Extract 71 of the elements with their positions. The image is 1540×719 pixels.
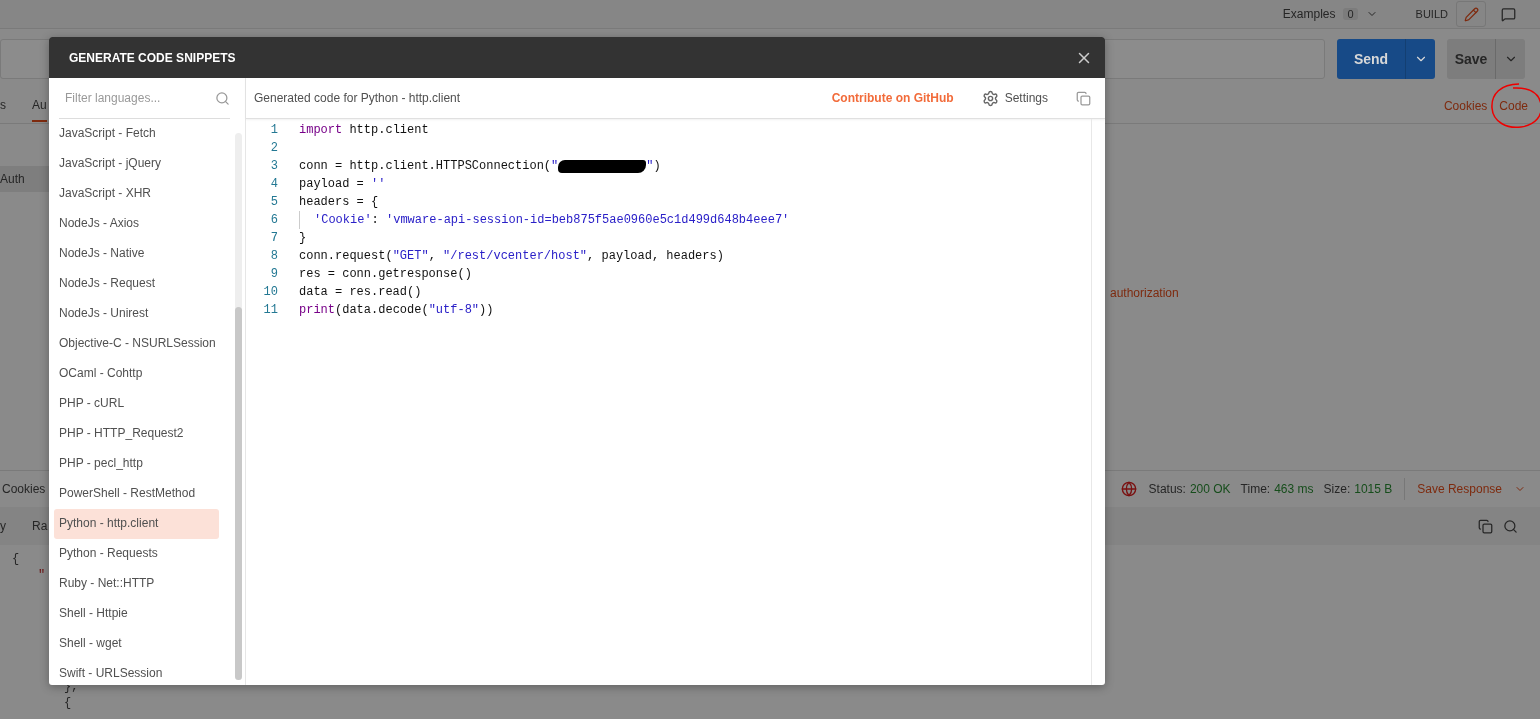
hand-drawn-circle-drawing (1489, 82, 1540, 130)
settings-button[interactable]: Settings (1004, 91, 1048, 105)
language-item[interactable]: Objective-C - NSURLSession (54, 329, 219, 359)
scrollbar-thumb[interactable] (235, 307, 242, 680)
language-item[interactable]: Shell - Httpie (54, 599, 219, 629)
view-tab[interactable]: y (0, 519, 22, 533)
size-label: Size: (1323, 482, 1351, 496)
language-item[interactable]: NodeJs - Request (54, 269, 219, 299)
language-item[interactable]: PHP - cURL (54, 389, 219, 419)
search-icon[interactable] (1503, 518, 1518, 534)
code-line: conn.request("GET", "/rest/vcenter/host", payload, headers) (299, 248, 725, 265)
save-button[interactable]: Save (1447, 39, 1495, 79)
code-line: headers = { (299, 194, 380, 211)
language-item[interactable]: Shell - wget (54, 629, 219, 659)
language-item[interactable]: NodeJs - Axios (54, 209, 219, 239)
language-item[interactable]: OCaml - Cohttp (54, 359, 219, 389)
language-item[interactable]: PHP - pecl_http (54, 449, 219, 479)
language-item[interactable]: JavaScript - jQuery (54, 149, 219, 179)
comment-icon[interactable] (1500, 6, 1516, 22)
code-line: } (299, 230, 308, 247)
line-number: 11 (262, 302, 278, 319)
time-value: 463 ms (1274, 482, 1314, 496)
status-value: 200 OK (1189, 482, 1231, 496)
json-text: " (38, 568, 46, 582)
line-number: 1 (269, 122, 278, 139)
code-line: res = conn.getresponse() (299, 266, 473, 283)
code-line: print(data.decode("utf-8")) (299, 302, 495, 319)
language-item[interactable]: NodeJs - Native (54, 239, 219, 269)
line-number: 9 (269, 266, 278, 283)
json-text: { (64, 696, 72, 710)
code-line: payload = '' (299, 176, 387, 193)
build-label[interactable]: BUILD (1415, 8, 1448, 20)
pencil-icon[interactable] (1463, 6, 1479, 22)
copy-icon[interactable] (1076, 90, 1091, 106)
language-item[interactable]: PHP - HTTP_Request2 (54, 419, 219, 449)
line-number: 3 (269, 158, 278, 175)
line-number: 5 (269, 194, 278, 211)
dialog-title: GENERATE CODE SNIPPETS (69, 50, 236, 65)
status-label: Status: (1148, 482, 1186, 496)
request-tab[interactable]: s (0, 90, 6, 122)
examples-label[interactable]: Examples (1282, 7, 1336, 21)
code-line: conn = http.client.HTTPSConnection(" ") (299, 158, 662, 175)
globe-icon (1120, 481, 1137, 497)
language-item[interactable]: Swift - URLSession (54, 659, 219, 685)
line-number: 10 (262, 284, 278, 301)
language-item[interactable]: JavaScript - XHR (54, 179, 219, 209)
request-tab[interactable]: Au (32, 90, 47, 122)
code-line: 'Cookie': 'vmware-api-session-id=beb875f5ae0960e5c1d499d648b4eee7' (299, 211, 1091, 229)
language-item[interactable]: PowerShell - RestMethod (54, 479, 219, 509)
code-line: data = res.read() (299, 284, 423, 301)
language-item[interactable]: Ruby - Net::HTTP (54, 569, 219, 599)
language-item[interactable]: NodeJs - Unirest (54, 299, 219, 329)
language-item[interactable]: Python - Requests (54, 539, 219, 569)
language-item[interactable]: Python - http.client (54, 509, 219, 539)
size-value: 1015 B (1354, 482, 1393, 496)
code-line: import http.client (299, 122, 430, 139)
copy-icon[interactable] (1478, 518, 1493, 534)
line-number: 7 (269, 230, 278, 247)
line-number: 6 (269, 212, 278, 229)
json-text: { (12, 552, 20, 566)
send-button[interactable]: Send (1337, 39, 1405, 79)
language-item[interactable]: JavaScript - Fetch (54, 119, 219, 149)
examples-count: 0 (1343, 8, 1358, 20)
settings-icon[interactable] (981, 89, 999, 107)
line-number: 4 (269, 176, 278, 193)
line-number: 8 (269, 248, 278, 265)
search-icon (215, 90, 230, 106)
line-number: 2 (269, 140, 278, 157)
response-tab[interactable]: Cookies (2, 482, 46, 496)
time-label: Time: (1240, 482, 1271, 496)
code-header: Generated code for Python - http.client (254, 91, 461, 105)
